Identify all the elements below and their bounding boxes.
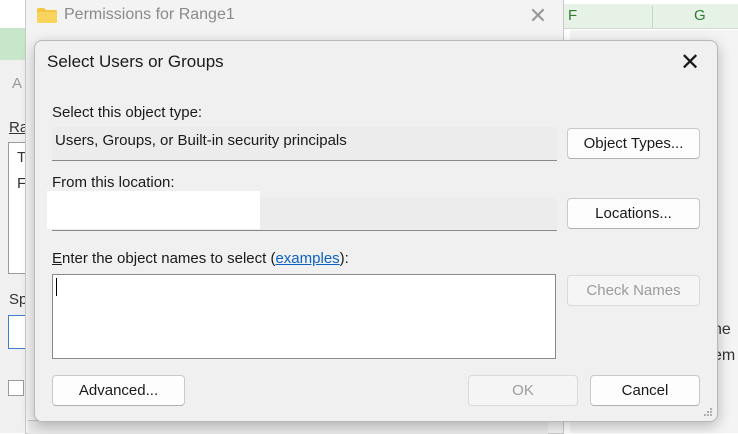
column-header-row: F G xyxy=(560,4,738,29)
close-icon[interactable]: ✕ xyxy=(526,4,550,28)
object-type-field: Users, Groups, or Built-in security prin… xyxy=(52,127,557,161)
permissions-footer xyxy=(28,420,548,434)
locations-button[interactable]: Locations... xyxy=(567,198,700,229)
dialog-title: Select Users or Groups xyxy=(47,52,224,71)
object-names-label: Enter the object names to select (exampl… xyxy=(52,250,349,267)
permissions-titlebar: Permissions for Range1 ✕ xyxy=(26,0,563,34)
object-names-label-suffix: ): xyxy=(339,250,349,267)
object-names-label-text: nter the object names to select ( xyxy=(62,250,276,267)
location-field xyxy=(47,191,557,231)
folder-icon xyxy=(37,8,57,23)
resize-grip-icon[interactable] xyxy=(703,407,713,417)
select-users-dialog: Select Users or Groups ✕ Select this obj… xyxy=(34,40,718,422)
examples-link[interactable]: examples xyxy=(275,250,339,267)
location-label: From this location: xyxy=(52,174,175,191)
column-header-f[interactable]: F xyxy=(568,4,577,28)
advanced-button[interactable]: Advanced... xyxy=(52,375,185,406)
hidden-dialog-text: A xyxy=(12,75,23,92)
permissions-title: Permissions for Range1 xyxy=(64,6,235,23)
ok-button[interactable]: OK xyxy=(468,375,578,406)
hidden-dialog-checkbox[interactable] xyxy=(8,380,24,396)
object-type-label: Select this object type: xyxy=(52,104,203,121)
column-divider xyxy=(652,6,653,28)
check-names-button[interactable]: Check Names xyxy=(567,275,700,306)
redacted-location xyxy=(47,191,260,229)
cancel-button[interactable]: Cancel xyxy=(590,375,700,406)
column-header-g[interactable]: G xyxy=(694,4,706,28)
dialog-titlebar: Select Users or Groups ✕ xyxy=(35,41,717,83)
object-types-button[interactable]: Object Types... xyxy=(567,128,700,159)
object-names-input[interactable] xyxy=(52,274,556,359)
access-key-letter: E xyxy=(52,250,63,267)
text-caret xyxy=(56,278,57,296)
close-icon[interactable]: ✕ xyxy=(675,49,705,77)
